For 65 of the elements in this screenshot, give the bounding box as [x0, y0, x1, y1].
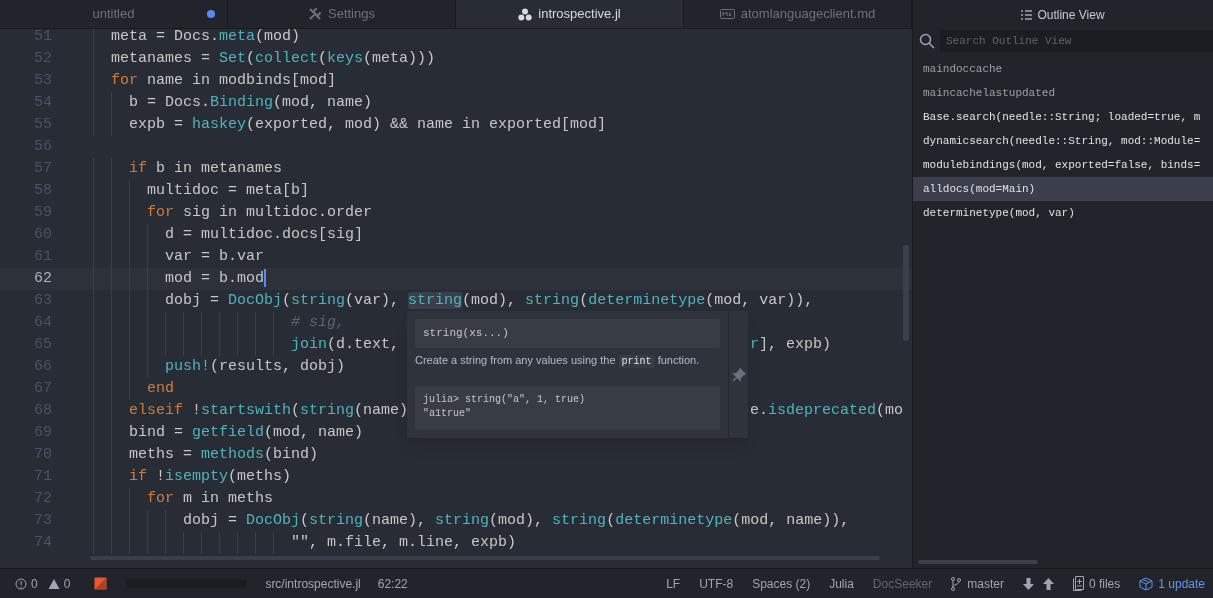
outline-item[interactable]: dynamicsearch(needle::String, mod::Module= [913, 129, 1213, 153]
code-line: expb = haskey(exported, mod) && name in exported[mod] [129, 114, 607, 135]
down-arrow-icon[interactable] [1022, 577, 1034, 590]
outline-item[interactable]: Base.search(needle::String; loaded=true, m [913, 105, 1213, 129]
code-line: e.isdeprecated(mo [750, 401, 904, 421]
outline-item[interactable]: alldocs(mod=Main) [913, 177, 1213, 201]
update-link[interactable]: 1 update [1139, 574, 1205, 593]
search-field[interactable]: Search Outline View [940, 30, 1213, 52]
branch-icon [951, 576, 962, 591]
code-line: multidoc = meta[b] [147, 180, 310, 201]
code-line: dobj = DocObj(string(var), string(mod), string(determinetype(mod, var)), [165, 290, 814, 311]
code-line: for name in modbinds[mod] [111, 70, 337, 91]
status-item[interactable]: UTF-8 [699, 574, 734, 593]
status-item[interactable]: LF [666, 574, 681, 593]
code-line: bind = getfield(mod, name) [129, 422, 364, 443]
code-line: mod = b.mod [165, 267, 267, 289]
code-line: elseif !startswith(string(name) [129, 400, 409, 421]
panel-title: Outline View [1037, 6, 1105, 24]
package-icon [1139, 576, 1154, 591]
code-line: for sig in multidoc.order [147, 202, 373, 223]
editor-tab[interactable]: introspective.jl [456, 0, 684, 28]
search-icon [919, 33, 935, 49]
code-example: julia> string("a", 1, true) "a1true" [415, 386, 720, 430]
branch-item[interactable]: master [951, 574, 1004, 593]
signature-block: string(xs...) [415, 319, 720, 348]
code-line: meta = Docs.meta(mod) [111, 29, 301, 47]
code-line: push!(results, dobj) [165, 356, 346, 377]
cursor-position[interactable]: 62:22 [377, 574, 408, 593]
code-line: r], expb) [750, 335, 832, 355]
document-icon [1072, 576, 1084, 591]
document-badge-icon [719, 9, 735, 19]
code-line: var = b.var [165, 246, 265, 267]
outline-item[interactable]: modulebindings(mod, exported=false, binds= [913, 153, 1213, 177]
status-item[interactable]: Spaces (2) [752, 574, 811, 593]
code-line: end [147, 378, 174, 399]
code-line: join(d.text, [291, 334, 401, 355]
file-path[interactable]: src/introspective.jl [265, 574, 361, 593]
code-line: metanames = Set(collect(keys(meta))) [111, 48, 436, 69]
text-cursor [264, 268, 267, 287]
warning-icon [47, 577, 60, 590]
three-dots-icon [518, 7, 533, 21]
code-line: dobj = DocObj(string(name), string(mod), string(determinetype(mod, name)), [183, 510, 850, 531]
status-item[interactable]: Julia [829, 574, 854, 593]
description-text: Create a string from any values using the print function. [415, 353, 701, 369]
pin-icon[interactable] [731, 367, 746, 382]
code-line: for m in meths [147, 488, 274, 509]
line-number: 62 [33, 268, 52, 289]
code-line: d = multidoc.docs[sig] [165, 224, 364, 245]
error-count: 0 [31, 575, 38, 593]
code-line: # sig, [291, 312, 345, 333]
outline-item[interactable]: maindoccache [913, 57, 1213, 81]
warning-count: 0 [63, 575, 71, 593]
split-square-icon[interactable] [94, 577, 108, 590]
code-line: if !isempty(meths) [129, 466, 292, 487]
error-icon [15, 577, 27, 590]
code-line: b = Docs.Binding(mod, name) [129, 92, 373, 113]
files-item[interactable]: 0 files [1072, 574, 1121, 593]
outline-item[interactable]: maincachelastupdated [913, 81, 1213, 105]
tools-icon [308, 7, 322, 21]
code-line: "", m.file, m.line, expb) [291, 532, 517, 553]
up-arrow-icon[interactable] [1042, 577, 1054, 590]
code-line: meths = methods(bind) [129, 444, 319, 465]
code-line: if b in metanames [129, 158, 283, 179]
outline-item[interactable]: determinetype(mod, var) [913, 201, 1213, 225]
list-icon [1021, 9, 1033, 20]
